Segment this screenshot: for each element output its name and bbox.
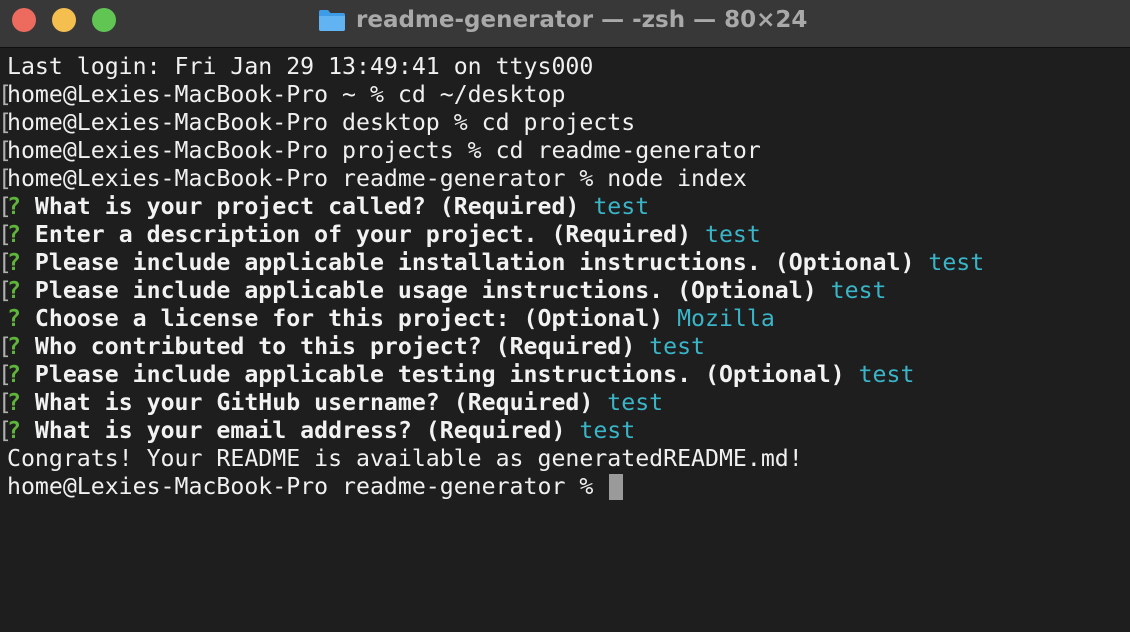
- prompt-question: [? What is your project called? (Require…: [0, 193, 1130, 221]
- prompt-text: home@Lexies-MacBook-Pro readme-generator…: [7, 473, 608, 500]
- question-text: Please include applicable installation i…: [20, 249, 929, 276]
- terminal-window: readme-generator — -zsh — 80×24 Last log…: [0, 0, 1130, 632]
- command-line: [home@Lexies-MacBook-Pro ~ % cd ~/deskto…: [0, 81, 1130, 109]
- line-bracket: [: [0, 221, 12, 249]
- question-text: What is your GitHub username? (Required): [20, 389, 608, 416]
- question-mark: ?: [7, 305, 21, 332]
- command-text: home@Lexies-MacBook-Pro desktop % cd pro…: [7, 109, 636, 136]
- question-text: Please include applicable testing instru…: [20, 361, 859, 388]
- line-bracket: [: [0, 361, 12, 389]
- line-bracket: [: [0, 417, 12, 445]
- answer-text: test: [830, 277, 887, 304]
- close-button[interactable]: [12, 8, 36, 32]
- answer-text: test: [607, 389, 664, 416]
- terminal-output[interactable]: Last login: Fri Jan 29 13:49:41 on ttys0…: [0, 53, 1130, 632]
- answer-text: test: [579, 417, 636, 444]
- question-text: Enter a description of your project. (Re…: [20, 221, 706, 248]
- prompt-question: [? What is your email address? (Required…: [0, 417, 1130, 445]
- prompt-question: [? Enter a description of your project. …: [0, 221, 1130, 249]
- prompt-question: [? Please include applicable installatio…: [0, 249, 1130, 277]
- question-text: What is your project called? (Required): [20, 193, 594, 220]
- minimize-button[interactable]: [52, 8, 76, 32]
- line-bracket: [: [0, 277, 12, 305]
- congrats-message: Congrats! Your README is available as ge…: [7, 445, 803, 472]
- line-bracket: [: [0, 249, 12, 277]
- question-text: Please include applicable usage instruct…: [20, 277, 831, 304]
- command-line: [home@Lexies-MacBook-Pro projects % cd r…: [0, 137, 1130, 165]
- answer-text: test: [649, 333, 706, 360]
- final-prompt-line: home@Lexies-MacBook-Pro readme-generator…: [0, 473, 1130, 501]
- command-text: home@Lexies-MacBook-Pro ~ % cd ~/desktop: [7, 81, 566, 108]
- folder-icon: [318, 8, 346, 32]
- question-text: Choose a license for this project: (Opti…: [20, 305, 678, 332]
- answer-text: test: [928, 249, 985, 276]
- prompt-question: [? Please include applicable usage instr…: [0, 277, 1130, 305]
- command-text: home@Lexies-MacBook-Pro projects % cd re…: [7, 137, 761, 164]
- command-text: home@Lexies-MacBook-Pro readme-generator…: [7, 165, 747, 192]
- last-login-line: Last login: Fri Jan 29 13:49:41 on ttys0…: [7, 53, 594, 80]
- zoom-button[interactable]: [92, 8, 116, 32]
- answer-text: Mozilla: [677, 305, 775, 332]
- prompt-question: [? What is your GitHub username? (Requir…: [0, 389, 1130, 417]
- line-bracket: [: [0, 137, 12, 165]
- line-bracket: [: [0, 81, 12, 109]
- line-bracket: [: [0, 109, 12, 137]
- line-bracket: [: [0, 333, 12, 361]
- answer-text: test: [705, 221, 761, 248]
- prompt-question: ? Choose a license for this project: (Op…: [0, 305, 1130, 333]
- question-text: What is your email address? (Required): [20, 417, 580, 444]
- command-line: [home@Lexies-MacBook-Pro readme-generato…: [0, 165, 1130, 193]
- window-title: readme-generator — -zsh — 80×24: [318, 5, 807, 35]
- line-bracket: [: [0, 165, 12, 193]
- question-text: Who contributed to this project? (Requir…: [20, 333, 650, 360]
- command-line: [home@Lexies-MacBook-Pro desktop % cd pr…: [0, 109, 1130, 137]
- cursor[interactable]: [609, 474, 624, 500]
- prompt-question: [? Who contributed to this project? (Req…: [0, 333, 1130, 361]
- title-bar[interactable]: readme-generator — -zsh — 80×24: [0, 0, 1130, 48]
- answer-text: test: [858, 361, 915, 388]
- window-title-text: readme-generator — -zsh — 80×24: [356, 7, 808, 33]
- answer-text: test: [593, 193, 650, 220]
- line-bracket: [: [0, 193, 12, 221]
- prompt-question: [? Please include applicable testing ins…: [0, 361, 1130, 389]
- line-bracket: [: [0, 389, 12, 417]
